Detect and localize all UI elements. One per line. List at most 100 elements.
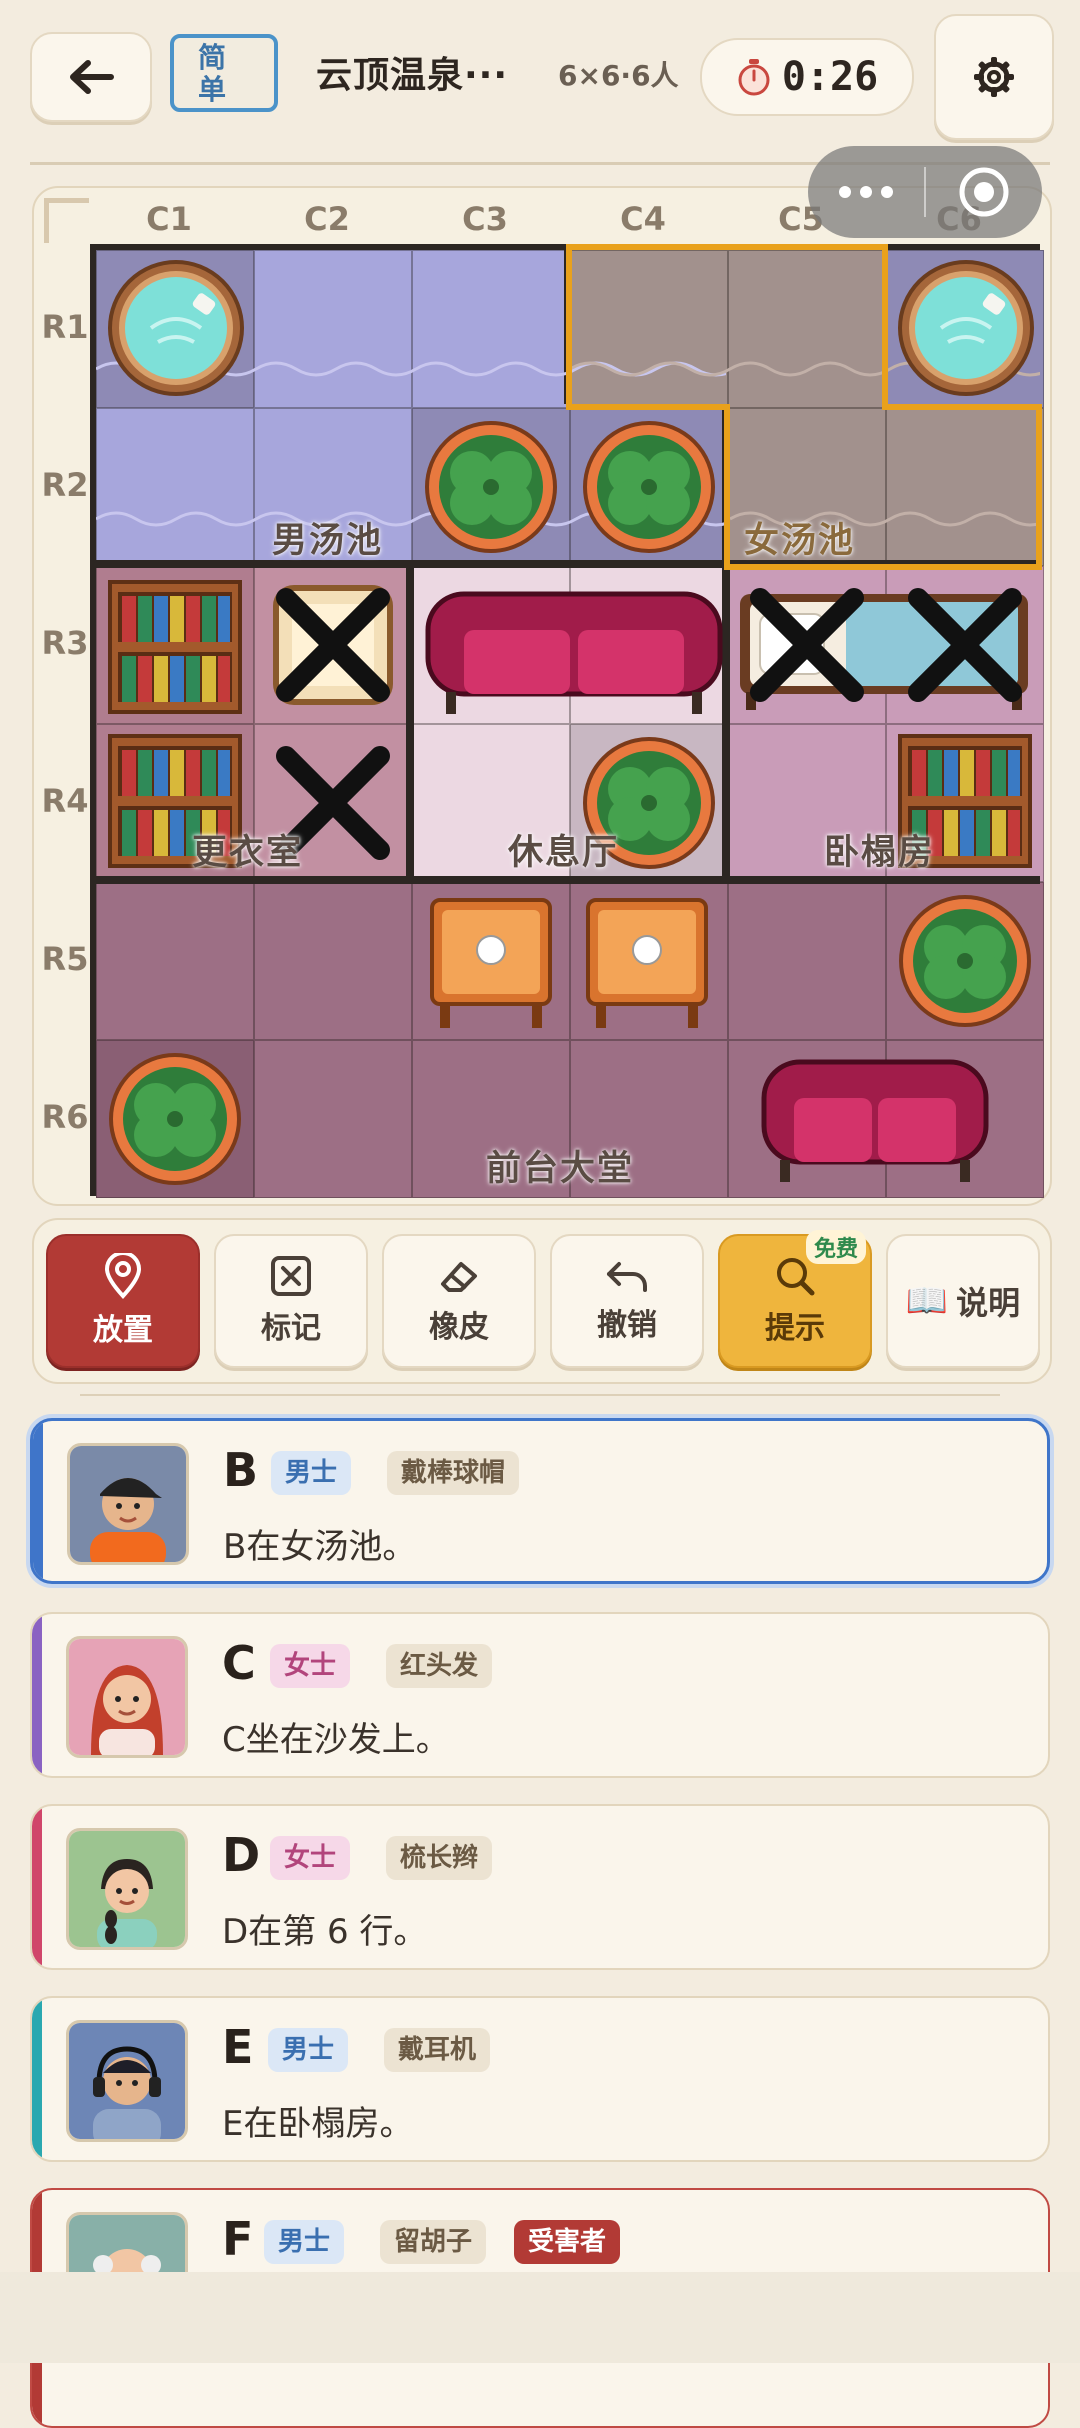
hot-tub-icon <box>898 260 1034 396</box>
grid-cell-r5c5[interactable] <box>728 882 886 1040</box>
avatar <box>66 1828 188 1950</box>
column-label: C4 <box>620 200 666 238</box>
undo-button[interactable]: 撤销 <box>550 1234 704 1368</box>
tea-table-icon <box>430 898 552 1028</box>
gender-tag: 女士 <box>270 1836 351 1880</box>
grid-cell-r1c3[interactable] <box>412 250 570 408</box>
room-label-changing-room: 更衣室 <box>192 833 304 873</box>
eraser-icon <box>441 1262 477 1292</box>
trait-tag: 留胡子 <box>380 2220 487 2264</box>
gender-tag: 男士 <box>264 2220 345 2264</box>
puzzle-grid: 男汤池 女汤池 更衣室 休息厅 卧榻房 前台大堂 <box>90 244 1044 1198</box>
room-label-mens-pool: 男汤池 <box>272 521 384 561</box>
gender-tag: 男士 <box>271 1451 352 1495</box>
arrow-left-icon <box>70 60 114 94</box>
suspect-card-d[interactable]: D 女士 梳长辫 D在第 6 行。 <box>30 1804 1050 1970</box>
corner-mark <box>44 198 89 243</box>
undo-label: 撤销 <box>597 1308 657 1343</box>
suspect-name: B <box>223 1443 259 1497</box>
grid-cell-r5c2[interactable] <box>254 882 412 1040</box>
suspect-clue: C坐在沙发上。 <box>222 1720 450 1760</box>
suspect-card-e[interactable]: E 男士 戴耳机 E在卧榻房。 <box>30 1996 1050 2162</box>
row-label: R5 <box>41 940 89 978</box>
place-tool-button[interactable]: 放置 <box>46 1234 200 1368</box>
grid-cell-r2c1[interactable] <box>96 408 254 566</box>
close-button[interactable] <box>926 165 1042 219</box>
trait-tag: 戴棒球帽 <box>387 1451 520 1495</box>
puzzle-size: 6×6·6人 <box>558 59 679 92</box>
top-bar: 简单 云顶温泉··· 6×6·6人 0:26 <box>0 0 1080 160</box>
avatar <box>67 1443 189 1565</box>
row-label: R6 <box>41 1098 89 1136</box>
grid-cell-r5c1[interactable] <box>96 882 254 1040</box>
difficulty-label: 简单 <box>198 41 227 106</box>
sofa-icon <box>761 1059 989 1182</box>
row-label: R4 <box>41 782 89 820</box>
tool-bar: 放置 标记 橡皮 撤销 免费 提示 📖 说明 <box>32 1218 1052 1384</box>
sofa-icon <box>425 591 723 714</box>
avatar <box>66 2020 188 2142</box>
timer-value: 0:26 <box>781 54 879 100</box>
bookshelf-icon <box>108 580 242 714</box>
mark-tool-button[interactable]: 标记 <box>214 1234 368 1368</box>
bottom-safe-area <box>0 2272 1080 2363</box>
suspect-name: F <box>222 2212 254 2266</box>
back-button[interactable] <box>30 32 152 122</box>
gear-icon <box>974 57 1014 97</box>
highlight-outline <box>566 244 888 410</box>
cross-mark-icon <box>750 588 864 702</box>
grid-cell-r1c2[interactable] <box>254 250 412 408</box>
more-button[interactable] <box>808 186 924 198</box>
eraser-tool-label: 橡皮 <box>429 1310 489 1345</box>
eraser-tool-button[interactable]: 橡皮 <box>382 1234 536 1368</box>
room-wall <box>406 564 414 880</box>
miniprogram-capsule <box>808 146 1042 238</box>
instructions-button[interactable]: 📖 说明 <box>886 1234 1040 1368</box>
suspect-clue: B在女汤池。 <box>223 1527 417 1567</box>
close-circle-icon <box>959 167 1009 217</box>
trait-tag: 戴耳机 <box>384 2028 491 2072</box>
tea-table-icon <box>586 898 708 1028</box>
timer: 0:26 <box>700 38 914 116</box>
difficulty-badge[interactable]: 简单 <box>170 34 278 112</box>
suspect-name: C <box>222 1636 256 1690</box>
gender-tag: 男士 <box>268 2028 349 2072</box>
room-label-bedroom: 卧榻房 <box>824 833 936 873</box>
column-label: C3 <box>462 200 508 238</box>
row-label: R1 <box>41 308 89 346</box>
hint-label: 提示 <box>765 1311 825 1346</box>
room-wall <box>90 876 1040 884</box>
column-label: C1 <box>146 200 192 238</box>
column-label: C2 <box>304 200 350 238</box>
room-label-lounge: 休息厅 <box>508 833 620 873</box>
hint-button[interactable]: 免费 提示 <box>718 1230 872 1368</box>
place-tool-label: 放置 <box>93 1313 153 1348</box>
potted-plant-icon <box>109 1053 241 1185</box>
room-label-womens-pool: 女汤池 <box>744 521 856 561</box>
room-label-front-lobby: 前台大堂 <box>486 1149 635 1189</box>
suspect-name: D <box>222 1828 261 1882</box>
settings-button[interactable] <box>934 14 1054 140</box>
victim-tag: 受害者 <box>514 2220 621 2264</box>
level-title: 云顶温泉··· <box>316 55 509 96</box>
avatar <box>66 1636 188 1758</box>
suspect-card-c[interactable]: C 女士 红头发 C坐在沙发上。 <box>30 1612 1050 1778</box>
gender-tag: 女士 <box>270 1644 351 1688</box>
instructions-label: 说明 <box>956 1284 1021 1322</box>
potted-plant-icon <box>425 421 557 553</box>
potted-plant-icon <box>583 421 715 553</box>
row-label: R3 <box>41 624 89 662</box>
grid-cell-r6c2[interactable] <box>254 1040 412 1198</box>
suspect-clue: E在卧榻房。 <box>222 2104 414 2144</box>
x-box-icon <box>271 1256 311 1296</box>
row-label: R2 <box>41 466 89 504</box>
undo-icon <box>607 1262 647 1292</box>
cross-mark-icon <box>908 588 1022 702</box>
book-icon: 📖 <box>905 1281 949 1321</box>
suspect-name: E <box>222 2020 254 2074</box>
free-badge: 免费 <box>805 1230 866 1264</box>
highlight-outline <box>566 404 730 410</box>
section-divider <box>80 1394 1000 1396</box>
hot-tub-icon <box>108 260 244 396</box>
suspect-card-b[interactable]: B 男士 戴棒球帽 B在女汤池。 <box>30 1418 1050 1584</box>
